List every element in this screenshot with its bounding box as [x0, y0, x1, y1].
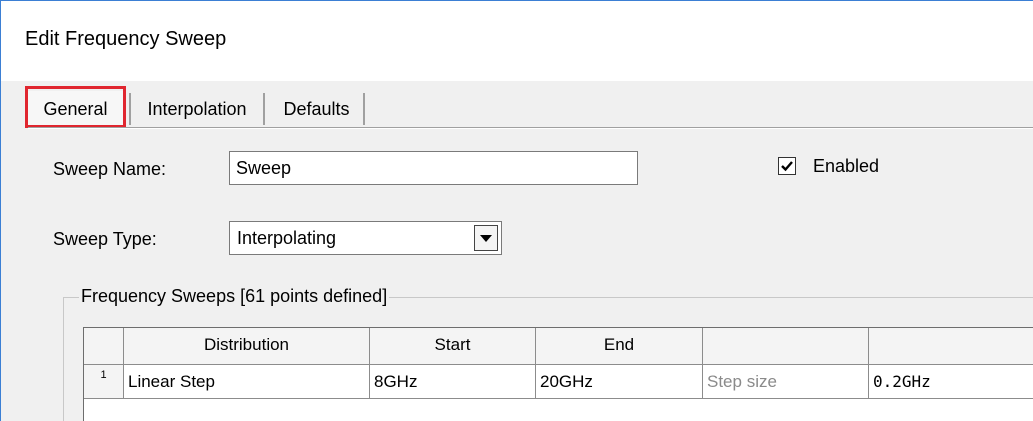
- column-header-value[interactable]: [869, 328, 1033, 365]
- grid-corner-header: [84, 328, 124, 365]
- row-number[interactable]: 1: [84, 365, 124, 399]
- enabled-checkbox[interactable]: [778, 157, 796, 175]
- title-bar: Edit Frequency Sweep: [1, 1, 1033, 81]
- enabled-label: Enabled: [813, 156, 880, 176]
- window-title: Edit Frequency Sweep: [25, 28, 227, 50]
- sweep-name-label: Sweep Name:: [53, 159, 167, 179]
- tab-divider: [129, 93, 131, 125]
- column-header-start[interactable]: Start: [370, 328, 536, 365]
- start-cell[interactable]: 8GHz: [370, 365, 536, 399]
- column-header-param[interactable]: [703, 328, 869, 365]
- dropdown-button[interactable]: [474, 225, 498, 251]
- tab-interpolation[interactable]: Interpolation: [133, 91, 261, 127]
- param-label-cell: Step size: [703, 365, 869, 399]
- sweep-name-input[interactable]: Sweep: [229, 151, 638, 185]
- column-header-end[interactable]: End: [536, 328, 703, 365]
- column-header-distribution[interactable]: Distribution: [124, 328, 370, 365]
- edit-frequency-sweep-window: Edit Frequency Sweep General Interpolati…: [0, 0, 1033, 421]
- frequency-sweeps-grid: Distribution Start End 1 Linear Step 8GH…: [83, 327, 1033, 421]
- tab-highlight-box: [25, 86, 126, 128]
- checkmark-icon: [781, 161, 793, 172]
- step-size-cell[interactable]: 0.2GHz: [869, 365, 1033, 399]
- dialog-client-area: General Interpolation Defaults Sweep Nam…: [1, 81, 1033, 421]
- sweep-type-value: Interpolating: [237, 228, 337, 248]
- sweep-type-select[interactable]: Interpolating: [229, 221, 502, 255]
- chevron-down-icon: [480, 235, 492, 242]
- frequency-sweeps-group-label: Frequency Sweeps [61 points defined]: [79, 286, 390, 307]
- tab-divider: [363, 93, 365, 125]
- distribution-cell[interactable]: Linear Step: [124, 365, 370, 399]
- tab-panel-border: [28, 127, 1033, 129]
- tab-defaults[interactable]: Defaults: [269, 91, 364, 127]
- end-cell[interactable]: 20GHz: [536, 365, 703, 399]
- sweep-type-label: Sweep Type:: [53, 229, 157, 249]
- tab-divider: [263, 93, 265, 125]
